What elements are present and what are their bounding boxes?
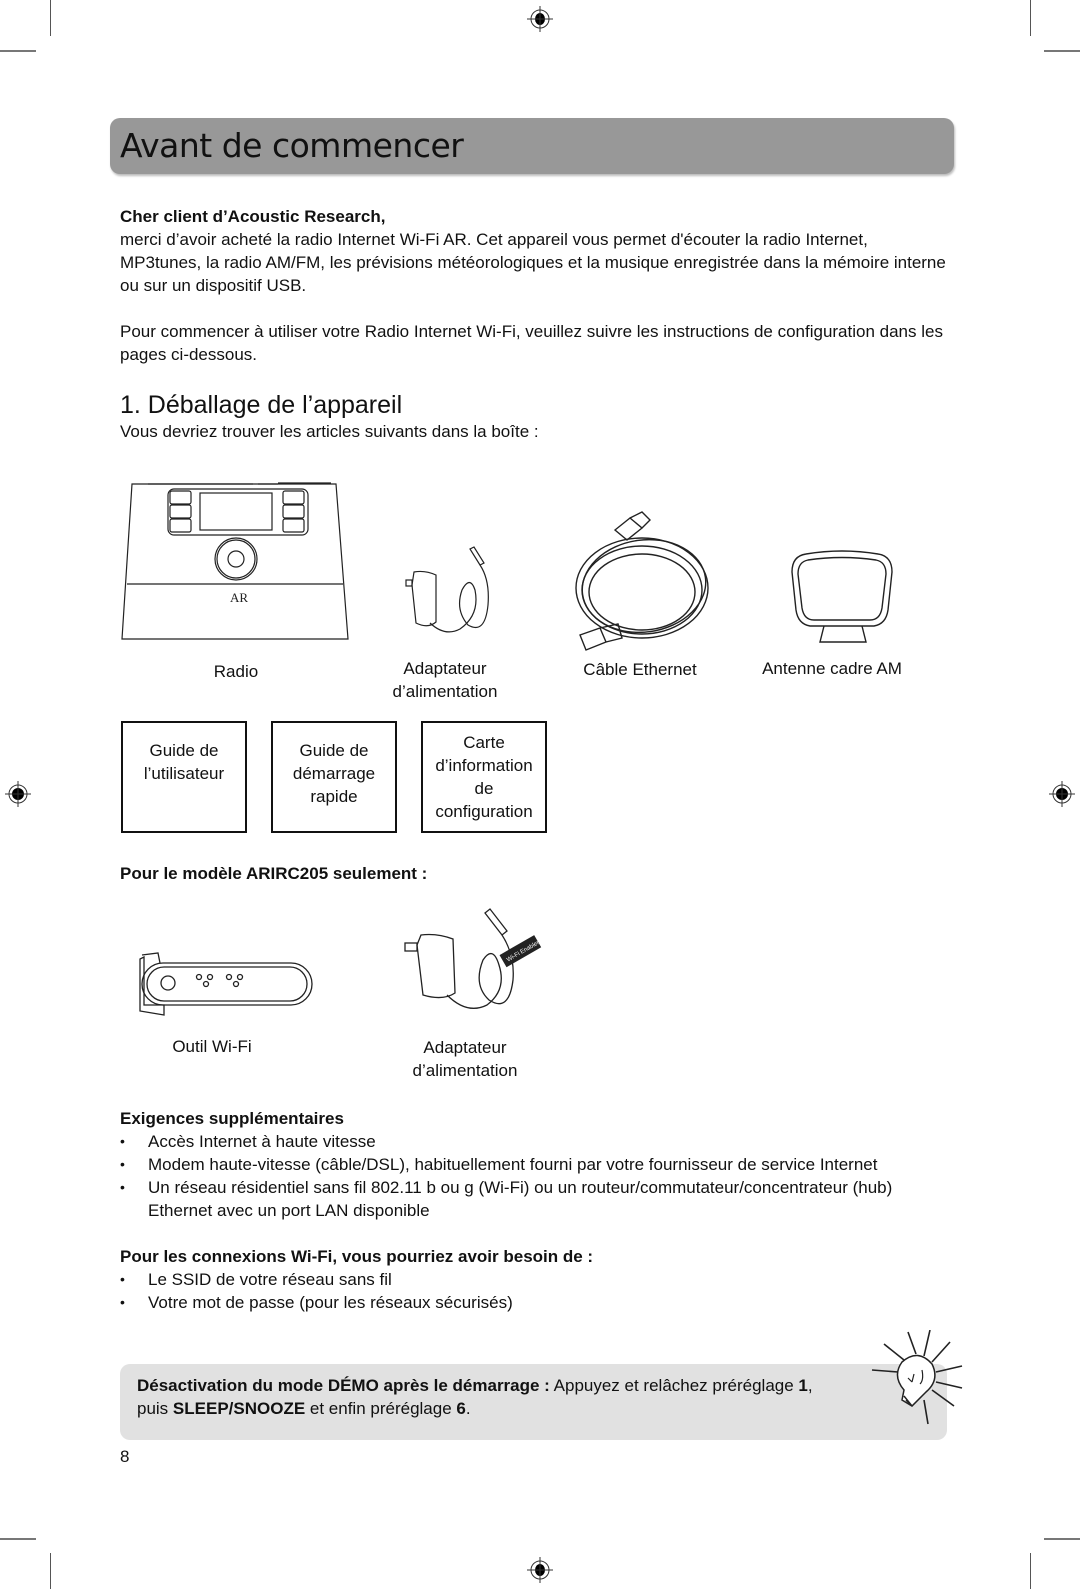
list-item: Un réseau résidentiel sans fil 802.11 b … [120, 1176, 950, 1222]
registration-mark-icon [527, 6, 553, 32]
ethernet-cable-illustration [575, 511, 709, 651]
wifi-list: Le SSID de votre réseau sans fil Votre m… [120, 1268, 950, 1314]
list-item: Accès Internet à haute vitesse [120, 1130, 950, 1153]
item-label: Outil Wi-Fi [172, 1037, 252, 1056]
tip-bold-part: SLEEP/SNOOZE [172, 1399, 306, 1418]
item-label: Radio [213, 662, 259, 681]
tip-text-part: . [465, 1399, 471, 1418]
requirements-list: Accès Internet à haute vitesse Modem hau… [120, 1130, 950, 1222]
power-adapter-illustration [405, 546, 489, 633]
wifi-dongle-illustration [139, 952, 313, 1016]
crop-mark [0, 50, 36, 52]
document-box: Carte d’information de configuration [421, 721, 547, 833]
intro-paragraph: merci d’avoir acheté la radio Internet W… [120, 230, 946, 295]
document-box: Guide de l’utilisateur [121, 721, 247, 833]
page-title-bar: Avant de commencer [110, 118, 954, 174]
radio-illustration: AR [121, 482, 349, 640]
tip-bold-part: 1 [798, 1376, 808, 1395]
list-item: Votre mot de passe (pour les réseaux séc… [120, 1291, 950, 1314]
crop-mark [50, 0, 51, 36]
item-label: Adaptateur d’alimentation [412, 1038, 518, 1080]
tip-text: Désactivation du mode DÉMO après le déma… [137, 1374, 877, 1420]
crop-mark [1030, 1553, 1031, 1589]
list-item: Le SSID de votre réseau sans fil [120, 1268, 950, 1291]
requirements-heading: Exigences supplémentaires [120, 1109, 344, 1128]
registration-mark-icon [527, 1557, 553, 1583]
item-label: Câble Ethernet [583, 660, 697, 679]
lightbulb-icon [871, 1330, 963, 1425]
page-number: 8 [120, 1447, 130, 1466]
registration-mark-icon [5, 781, 31, 807]
crop-mark [1044, 50, 1080, 52]
list-item: Modem haute-vitesse (câble/DSL), habitue… [120, 1153, 950, 1176]
requirements-section: Exigences supplémentaires Accès Internet… [120, 1107, 950, 1222]
item-label: Adaptateur d’alimentation [392, 659, 498, 701]
document-box: Guide de démarrage rapide [271, 721, 397, 833]
svg-text:AR: AR [230, 590, 248, 605]
tip-lead: Désactivation du mode DÉMO après le déma… [137, 1376, 550, 1395]
wifi-heading: Pour les connexions Wi-Fi, vous pourriez… [120, 1247, 594, 1266]
tip-text-part: et enfin préréglage [305, 1399, 457, 1418]
crop-mark [50, 1553, 51, 1589]
crop-mark [1030, 0, 1031, 36]
page-title: Avant de commencer [120, 126, 464, 165]
model-only-heading: Pour le modèle ARIRC205 seulement : [120, 864, 428, 883]
wifi-section: Pour les connexions Wi-Fi, vous pourriez… [120, 1245, 950, 1314]
intro-section: Cher client d’Acoustic Research, merci d… [120, 205, 950, 366]
power-adapter-illustration: Wi-Fi Enabler [404, 908, 542, 1009]
section-subtitle: Vous devriez trouver les articles suivan… [120, 422, 539, 441]
crop-mark [1044, 1538, 1080, 1540]
section-heading: 1. Déballage de l’appareil [120, 391, 403, 419]
tip-box: Désactivation du mode DÉMO après le déma… [120, 1364, 947, 1440]
registration-mark-icon [1049, 781, 1075, 807]
greeting: Cher client d’Acoustic Research, [120, 207, 386, 226]
am-loop-antenna-illustration [791, 550, 893, 643]
tip-text-part: Appuyez et relâchez préréglage [549, 1376, 799, 1395]
intro-paragraph: Pour commencer à utiliser votre Radio In… [120, 322, 943, 364]
tip-bold-part: 6 [456, 1399, 466, 1418]
crop-mark [0, 1538, 36, 1540]
item-label: Antenne cadre AM [762, 659, 902, 678]
